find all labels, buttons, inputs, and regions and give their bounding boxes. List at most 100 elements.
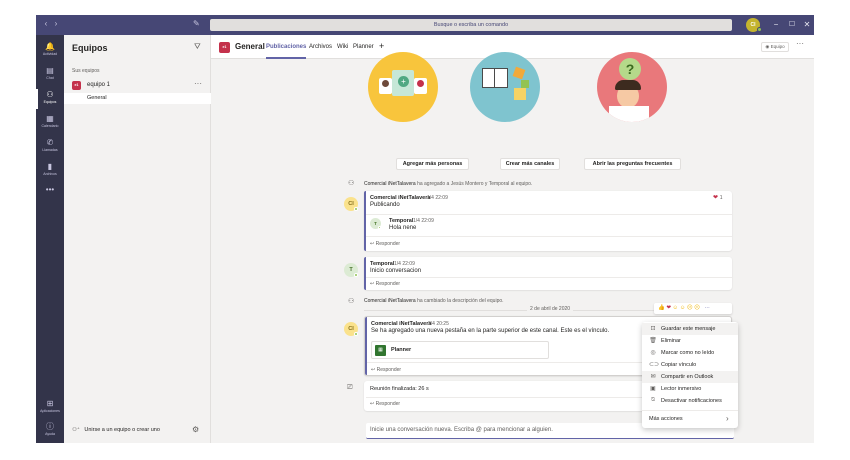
heart-reaction-icon[interactable]: ❤ bbox=[666, 305, 671, 311]
rail-label: Llamadas bbox=[42, 148, 58, 152]
reply-time: 1/4 22:09 bbox=[413, 218, 434, 224]
compose-new-icon[interactable]: ✎ bbox=[193, 19, 200, 28]
menu-label: Eliminar bbox=[661, 338, 681, 344]
angry-reaction-icon[interactable]: ☹ bbox=[694, 305, 700, 311]
post-body: Publicando bbox=[370, 202, 400, 208]
planner-tab-card[interactable]: ▦ Planner bbox=[371, 341, 549, 359]
back-icon[interactable]: ‹ bbox=[42, 19, 50, 28]
channel-title: General bbox=[235, 42, 265, 51]
tab-planner[interactable]: Planner bbox=[353, 44, 374, 50]
rail-item-calendario[interactable]: ▦ Calendario bbox=[36, 111, 64, 135]
reaction-bar: 👍 ❤ ☺ ☺ ☹ ☹ ··· bbox=[654, 303, 732, 314]
teams-panel: Equipos ⛛ Sus equipos e1 equipo 1 ··· Ge… bbox=[64, 35, 211, 443]
heart-reaction[interactable]: ❤ 1 bbox=[713, 194, 722, 201]
more-options-icon[interactable]: ··· bbox=[796, 39, 804, 48]
add-people-button[interactable]: Agregar más personas bbox=[396, 158, 469, 170]
date-divider: 2 de abril de 2020 bbox=[527, 306, 574, 312]
menu-item-share-outlook[interactable]: ✉ Compartir en Outlook bbox=[642, 371, 738, 383]
system-actor: Comercial iNetTalavera bbox=[364, 298, 416, 304]
compose-placeholder: Inicie una conversación nueva. Escriba @… bbox=[370, 427, 553, 433]
settings-gear-icon[interactable]: ⚙ bbox=[192, 425, 199, 434]
title-bar: ‹ › ✎ Busque o escriba un comando CI − ☐… bbox=[36, 15, 814, 35]
rail-item-chat[interactable]: ▤ Chat bbox=[36, 63, 64, 87]
add-tab-icon[interactable]: + bbox=[379, 41, 384, 51]
link-icon: ⊂⊃ bbox=[649, 362, 660, 368]
maximize-icon[interactable]: ☐ bbox=[787, 18, 797, 32]
team-item[interactable]: e1 equipo 1 ··· bbox=[64, 79, 211, 93]
reaction-count: 1 bbox=[719, 195, 723, 201]
open-faq-button[interactable]: Abrir las preguntas frecuentes bbox=[584, 158, 681, 170]
team-info-button[interactable]: ◉ Equipo bbox=[761, 42, 789, 52]
menu-label: Copiar vínculo bbox=[661, 362, 697, 368]
system-text: ha cambiado la descripción del equipo. bbox=[415, 298, 504, 304]
menu-item-more-actions[interactable]: Más acciones › bbox=[642, 413, 738, 425]
rail-label: Aplicaciones bbox=[40, 409, 60, 413]
more-apps-icon[interactable]: ••• bbox=[36, 183, 64, 207]
message-context-menu: ⊡ Guardar este mensaje 🗑 Eliminar ◎ Marc… bbox=[642, 322, 738, 428]
tab-publicaciones[interactable]: Publicaciones bbox=[266, 44, 306, 50]
meeting-status: Reunión finalizada: 26 s bbox=[370, 386, 429, 392]
sad-reaction-icon[interactable]: ☹ bbox=[687, 305, 693, 311]
reply-author: Temporal bbox=[389, 218, 414, 224]
presence-available-icon bbox=[378, 226, 381, 229]
more-options-icon[interactable]: ··· bbox=[704, 305, 710, 311]
rail-label: Equipos bbox=[43, 100, 57, 104]
like-reaction-icon[interactable]: 👍 bbox=[658, 305, 665, 311]
reply-label: Responder bbox=[375, 401, 401, 407]
reply-button[interactable]: ↩ Responder bbox=[370, 241, 400, 247]
rail-item-actividad[interactable]: 🔔 Actividad bbox=[36, 39, 64, 63]
chat-icon: ▤ bbox=[46, 66, 54, 75]
close-icon[interactable]: ✕ bbox=[802, 18, 812, 32]
reply-arrow-icon: ↩ bbox=[370, 281, 375, 287]
rail-item-equipos[interactable]: ⚇ Equipos bbox=[36, 87, 64, 111]
create-channels-button[interactable]: Crear más canales bbox=[500, 158, 560, 170]
menu-item-delete[interactable]: 🗑 Eliminar bbox=[642, 335, 738, 347]
menu-item-turn-off-notifications[interactable]: ⍉ Desactivar notificaciones bbox=[642, 395, 738, 407]
forward-icon[interactable]: › bbox=[52, 19, 60, 28]
menu-label: Lector inmersivo bbox=[661, 386, 702, 392]
rail-label: Chat bbox=[46, 76, 54, 80]
panel-title: Equipos bbox=[72, 43, 108, 53]
menu-item-mark-unread[interactable]: ◎ Marcar como no leído bbox=[642, 347, 738, 359]
presence-available-icon bbox=[354, 273, 358, 277]
search-input[interactable]: Busque o escriba un comando bbox=[210, 19, 732, 31]
video-call-icon: ⎚ bbox=[347, 384, 353, 391]
channel-item-general[interactable]: General bbox=[64, 93, 211, 104]
team-avatar: e1 bbox=[72, 81, 81, 90]
heart-icon: ❤ bbox=[713, 195, 719, 201]
rail-item-aplicaciones[interactable]: ⊞ Aplicaciones bbox=[36, 396, 64, 420]
rail-item-archivos[interactable]: ▮ Archivos bbox=[36, 159, 64, 183]
post-accent-bar bbox=[364, 257, 366, 290]
teams-window: ‹ › ✎ Busque o escriba un comando CI − ☐… bbox=[36, 15, 814, 443]
surprised-reaction-icon[interactable]: ☺ bbox=[680, 305, 686, 311]
menu-divider bbox=[642, 410, 738, 411]
menu-label: Más acciones bbox=[649, 416, 683, 422]
tab-wiki[interactable]: Wiki bbox=[337, 44, 348, 50]
join-team-button[interactable]: ⚇⁺ Unirse a un equipo o crear uno bbox=[72, 427, 160, 433]
post-body: Inicio conversacion bbox=[370, 268, 422, 274]
menu-item-copy-link[interactable]: ⊂⊃ Copiar vínculo bbox=[642, 359, 738, 371]
post-accent-bar bbox=[365, 317, 367, 375]
reply-button[interactable]: ↩ Responder bbox=[370, 281, 400, 287]
post-time: 2/4 20:25 bbox=[428, 321, 449, 327]
people-icon: ⚇ bbox=[348, 298, 355, 305]
tab-archivos[interactable]: Archivos bbox=[309, 44, 332, 50]
menu-item-immersive-reader[interactable]: ▣ Lector inmersivo bbox=[642, 383, 738, 395]
reply-button[interactable]: ↩ Responder bbox=[370, 401, 400, 407]
filter-icon[interactable]: ⛛ bbox=[194, 42, 201, 52]
rail-item-llamadas[interactable]: ✆ Llamadas bbox=[36, 135, 64, 159]
people-added-icon: ⚇ bbox=[348, 180, 355, 187]
add-people-illustration: + bbox=[368, 52, 438, 122]
more-options-icon[interactable]: ··· bbox=[194, 79, 202, 88]
team-button-label: Equipo bbox=[770, 44, 785, 49]
menu-label: Guardar este mensaje bbox=[661, 326, 716, 332]
post-time: 1/4 22:09 bbox=[427, 195, 448, 201]
laugh-reaction-icon[interactable]: ☺ bbox=[673, 305, 679, 311]
reply-arrow-icon: ↩ bbox=[371, 367, 376, 373]
minimize-icon[interactable]: − bbox=[771, 18, 781, 32]
eye-icon: ◉ bbox=[765, 44, 770, 49]
menu-item-save-message[interactable]: ⊡ Guardar este mensaje bbox=[642, 323, 738, 335]
reply-button[interactable]: ↩ Responder bbox=[371, 367, 401, 373]
calendar-icon: ▦ bbox=[46, 114, 54, 123]
rail-item-ayuda[interactable]: ⓘ Ayuda bbox=[36, 419, 64, 443]
